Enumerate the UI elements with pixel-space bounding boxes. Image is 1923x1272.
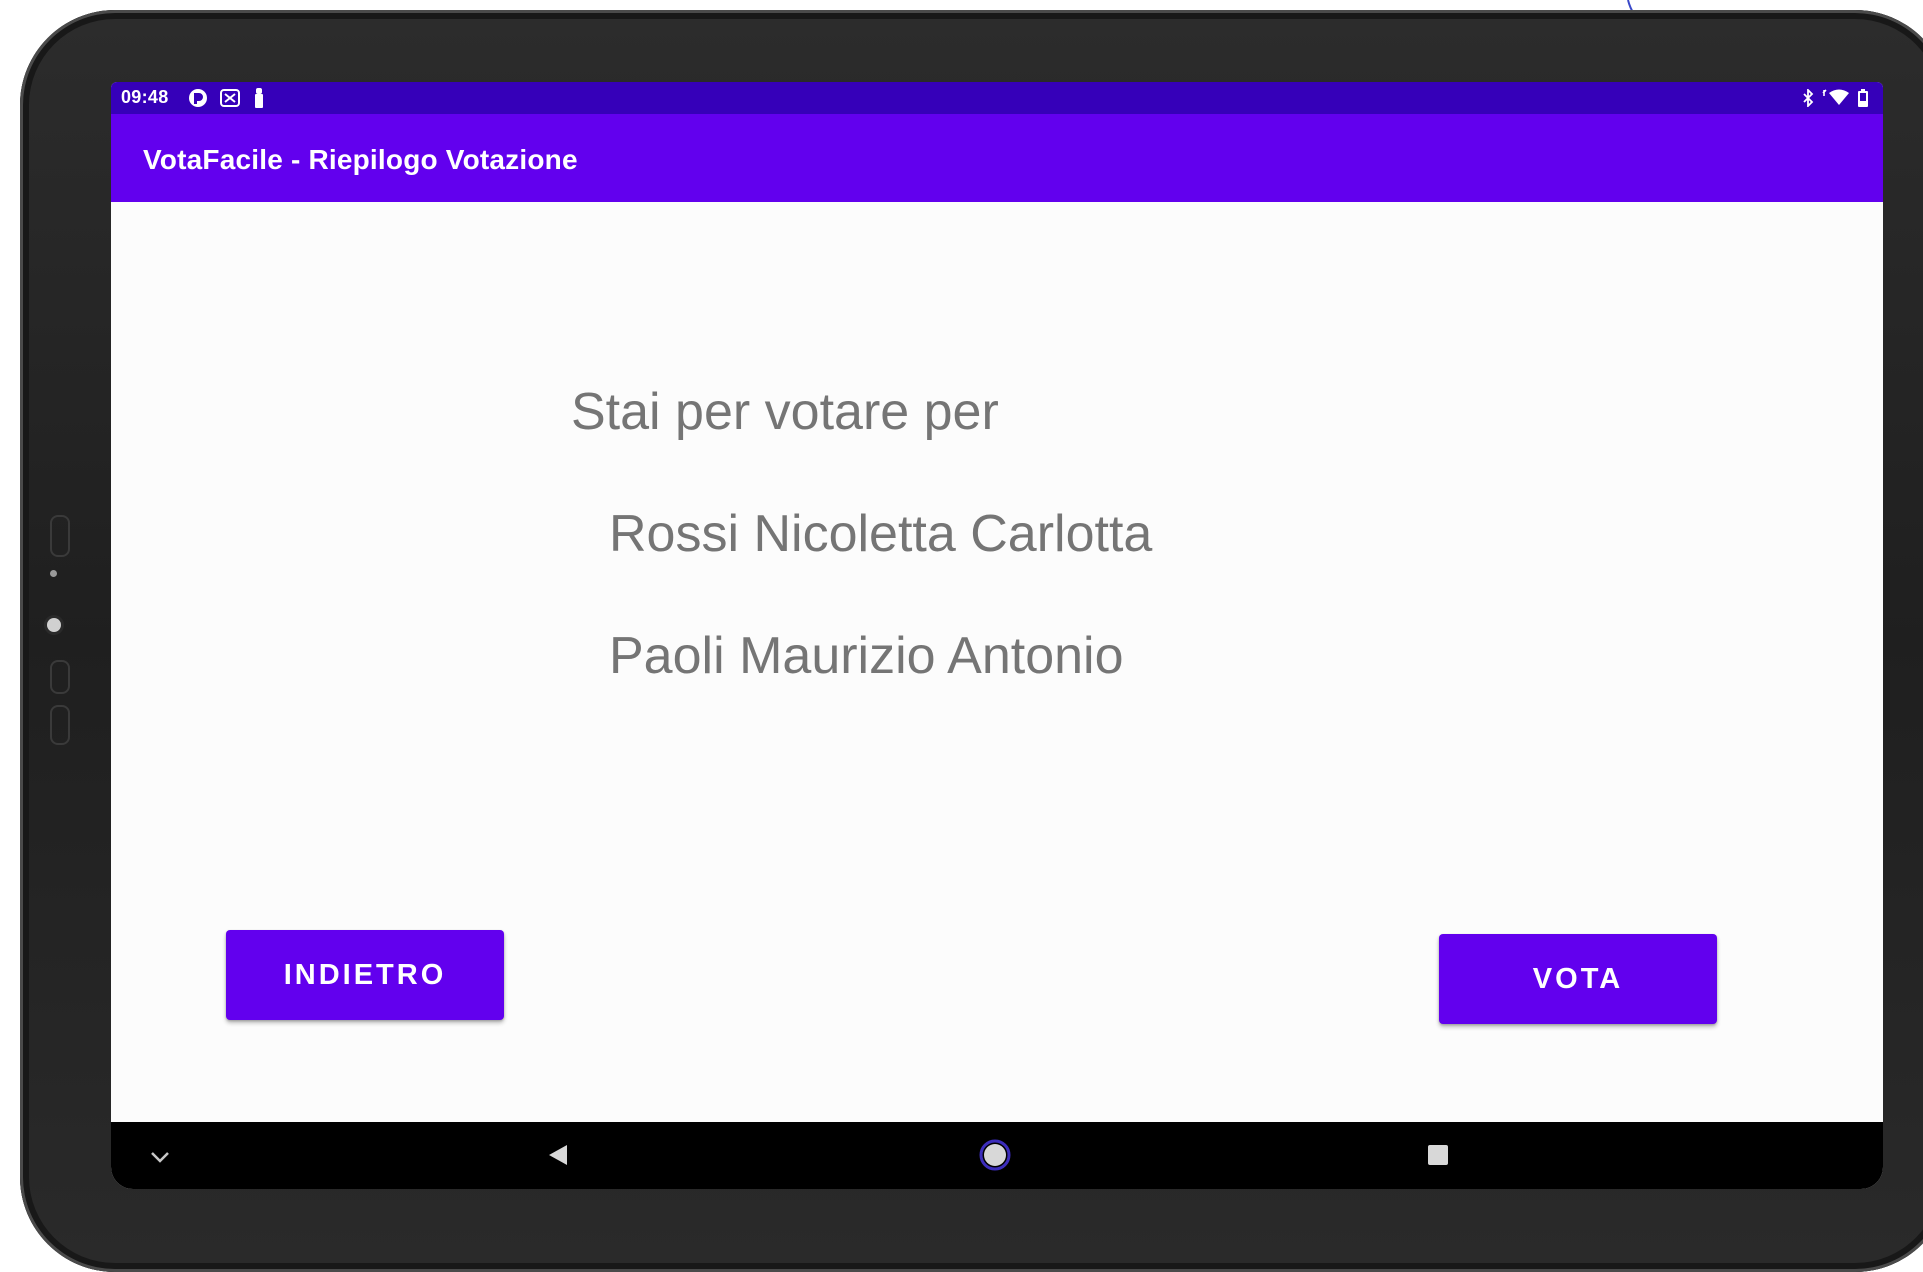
- side-sensor: [50, 705, 70, 745]
- app-bar-title: VotaFacile - Riepilogo Votazione: [143, 144, 578, 175]
- recents-icon[interactable]: [1423, 1140, 1453, 1170]
- candidate-name: Paoli Maurizio Antonio: [609, 627, 1124, 685]
- summary-headline: Stai per votare per: [571, 383, 999, 441]
- status-time: 09:48: [121, 87, 169, 107]
- side-sensor: [50, 660, 70, 694]
- side-dot: [50, 570, 57, 577]
- status-bar: 09:48: [111, 82, 1883, 114]
- front-camera: [47, 618, 61, 632]
- side-sensor: [50, 515, 70, 557]
- navigation-bar: [111, 1122, 1883, 1189]
- bluetooth-icon: [1801, 88, 1815, 108]
- vote-summary: Stai per votare per Rossi Nicoletta Carl…: [111, 202, 1883, 1122]
- home-icon[interactable]: [977, 1137, 1013, 1173]
- device-screen: 09:48 VotaFacile - Riepilogo Votazione S…: [111, 82, 1883, 1189]
- vote-button[interactable]: VOTA: [1439, 934, 1717, 1024]
- wifi-icon: [1821, 88, 1851, 108]
- app-notification-icon: [187, 88, 209, 108]
- back-icon[interactable]: [543, 1140, 573, 1170]
- tool-icon: [251, 88, 267, 108]
- chevron-down-icon[interactable]: [145, 1142, 175, 1172]
- back-button[interactable]: INDIETRO: [226, 930, 504, 1020]
- battery-icon: [1856, 88, 1870, 108]
- candidate-name: Rossi Nicoletta Carlotta: [609, 505, 1153, 563]
- tablet-frame: 09:48 VotaFacile - Riepilogo Votazione S…: [20, 10, 1923, 1272]
- app-bar: VotaFacile - Riepilogo Votazione: [111, 114, 1883, 202]
- wireless-debug-icon: [219, 88, 241, 108]
